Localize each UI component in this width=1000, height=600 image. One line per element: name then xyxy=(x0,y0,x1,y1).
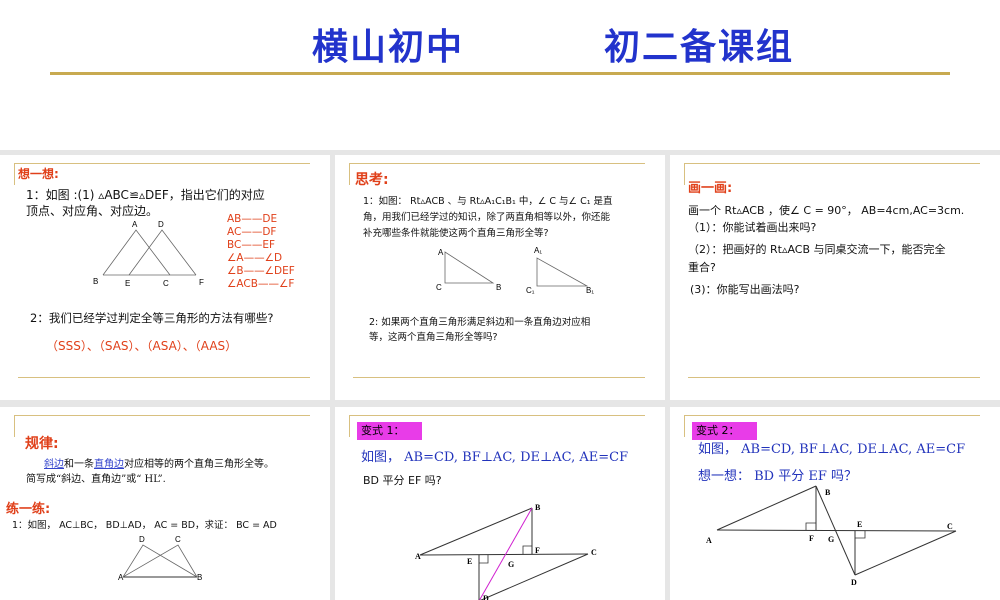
geometry-diagram: A B C D E F G xyxy=(706,485,957,587)
header-divider xyxy=(50,72,950,75)
text-line: (3)：你能写出画法吗? xyxy=(690,283,800,296)
divider xyxy=(684,163,980,164)
point-label: B xyxy=(535,503,541,512)
divider xyxy=(688,377,980,378)
point-label: B xyxy=(93,277,98,286)
question-2: 2: 如果两个直角三角形满足斜边和一条直角边对应相 等，这两个直角三角形全等吗? xyxy=(369,315,590,345)
point-label: F xyxy=(809,534,814,543)
pair: AB——DE xyxy=(227,213,278,225)
slide-draw[interactable]: 画一画: 画一个 Rt▵ACB ，使∠ C = 90°， AB=4cm,AC=3… xyxy=(670,155,1000,400)
point-label: E xyxy=(467,557,472,566)
text-line: 重合? xyxy=(688,261,716,274)
point-label: D xyxy=(483,594,489,600)
point-label: A xyxy=(118,573,124,582)
slide-rule[interactable]: 规律: 斜边和一条直角边对应相等的两个直角三角形全等。 简写成“斜边、直角边”或… xyxy=(0,407,330,600)
text-line: 画一个 Rt▵ACB ，使∠ C = 90°， AB=4cm,AC=3cm. xyxy=(688,204,965,217)
point-label: D xyxy=(851,578,857,587)
point-label: E xyxy=(125,279,130,288)
point-label: G xyxy=(828,535,834,544)
right-triangles-diagram: A C B A₁ C₁ B₁ xyxy=(436,246,594,295)
slide-think-1[interactable]: 想一想: 1：如图 :(1) ▵ABC≌▵DEF，指出它们的对应 顶点、对应角、… xyxy=(0,155,330,400)
text-line: （2）：把画好的 Rt▵ACB 与同桌交流一下，能否完全 xyxy=(688,243,946,256)
point-label: B xyxy=(825,488,831,497)
pair: AC——DF xyxy=(227,226,277,238)
point-label: C xyxy=(436,283,442,292)
point-label: D xyxy=(158,220,164,229)
point-label: A xyxy=(132,220,138,229)
point-label: C₁ xyxy=(526,286,535,295)
point-label: F xyxy=(199,278,204,287)
question-2: 2：我们已经学过判定全等三角形的方法有哪些? xyxy=(30,311,274,325)
pair: ∠B——∠DEF xyxy=(227,265,295,277)
point-label: B xyxy=(197,573,202,582)
practice-diagram: D C A B xyxy=(118,535,202,582)
text-line: 2: 如果两个直角三角形满足斜边和一条直角边对应相 xyxy=(369,317,591,328)
slide-variant-2[interactable]: 变式 2： 如图， AB=CD, BF⊥AC, DE⊥AC, AE=CF 想一想… xyxy=(670,407,1000,600)
slide-title: 画一画: xyxy=(688,181,733,196)
point-label: A xyxy=(438,248,444,257)
divider xyxy=(684,163,685,185)
pair: ∠ACB——∠F xyxy=(227,278,295,290)
pair: BC——EF xyxy=(227,239,276,251)
point-label: C xyxy=(947,522,953,531)
point-label: A xyxy=(706,536,712,545)
point-label: G xyxy=(508,560,514,569)
point-label: A₁ xyxy=(534,246,542,255)
slide-think-2[interactable]: 思考: 1：如图： Rt▵ACB 、与 Rt▵A₁C₁B₁ 中，∠ C 与∠ C… xyxy=(335,155,665,400)
correspondence-list: AB——DE AC——DF BC——EF ∠A——∠D ∠B——∠DEF ∠AC… xyxy=(227,213,295,291)
group-title: 初二备课组 xyxy=(604,27,795,68)
geometry-diagram: A B C D E F G xyxy=(415,503,597,600)
point-label: C xyxy=(163,279,169,288)
point-label: A xyxy=(415,552,421,561)
point-label: C xyxy=(591,548,597,557)
text-line: 等，这两个直角三角形全等吗? xyxy=(369,332,498,343)
point-label: E xyxy=(857,520,862,529)
point-label: D xyxy=(139,535,145,544)
text-line: （1）：你能试着画出来吗? xyxy=(688,221,817,234)
answer-text: （SSS）、（SAS）、（ASA）、（AAS） xyxy=(46,339,238,353)
point-label: B₁ xyxy=(586,286,594,295)
title-slide-header: 横山初中 初二备课组 xyxy=(0,0,1000,150)
point-label: C xyxy=(175,535,181,544)
point-label: B xyxy=(496,283,501,292)
divider xyxy=(353,377,645,378)
school-title: 横山初中 xyxy=(312,27,465,68)
point-label: F xyxy=(535,546,540,555)
divider xyxy=(18,377,310,378)
pair: ∠A——∠D xyxy=(227,252,283,264)
slide-variant-1[interactable]: 变式 1： 如图， AB=CD, BF⊥AC, DE⊥AC, AE=CF BD … xyxy=(335,407,665,600)
